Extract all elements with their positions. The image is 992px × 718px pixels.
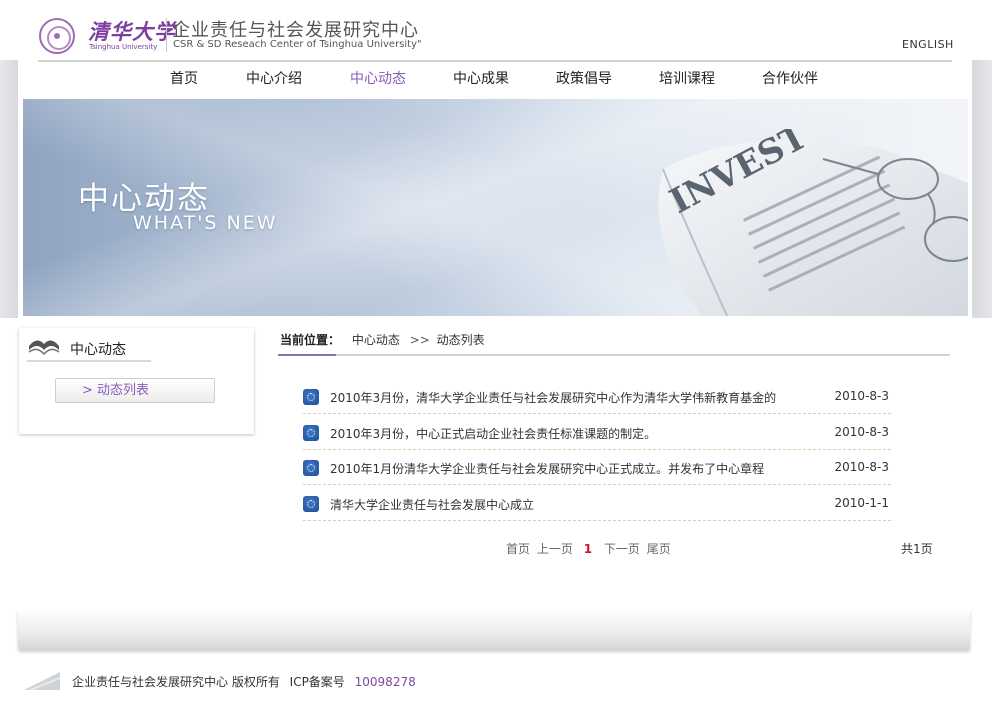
bullet-icon bbox=[303, 460, 319, 476]
breadcrumb-divider bbox=[278, 354, 950, 356]
newspaper-glasses-illustration: INVEST bbox=[658, 129, 968, 316]
news-date: 2010-8-3 bbox=[834, 389, 889, 403]
breadcrumb-current: 动态列表 bbox=[436, 333, 485, 347]
nav-item-home[interactable]: 首页 bbox=[170, 68, 198, 88]
sidebar-title: 中心动态 bbox=[70, 342, 126, 358]
footer-icp-number[interactable]: 10098278 bbox=[355, 675, 416, 689]
footer-icp-label: ICP备案号 bbox=[289, 675, 345, 689]
breadcrumb-accent bbox=[278, 354, 336, 356]
pager-next[interactable]: 下一页 bbox=[604, 542, 640, 556]
pager-current: 1 bbox=[583, 542, 593, 556]
nav-item-achievements[interactable]: 中心成果 bbox=[453, 68, 509, 88]
news-list-button[interactable]: > 动态列表 bbox=[55, 378, 215, 403]
nav-item-about[interactable]: 中心介绍 bbox=[246, 68, 302, 88]
hero-banner: INVEST 中心动态 WHAT'S NEW bbox=[23, 99, 968, 316]
news-title-link[interactable]: 2010年1月份清华大学企业责任与社会发展研究中心正式成立。并发布了中心章程 bbox=[330, 460, 764, 477]
sidebar-divider bbox=[27, 360, 151, 362]
breadcrumb-label: 当前位置： bbox=[280, 333, 341, 347]
breadcrumb: 当前位置： 中心动态 >> 动态列表 bbox=[280, 331, 485, 348]
nav-item-training[interactable]: 培训课程 bbox=[659, 68, 715, 88]
page-background-left bbox=[0, 60, 18, 318]
breadcrumb-separator: >> bbox=[409, 333, 430, 347]
news-title-link[interactable]: 2010年3月份，中心正式启动企业社会责任标准课题的制定。 bbox=[330, 425, 656, 442]
pager-last[interactable]: 尾页 bbox=[647, 542, 671, 556]
footer-bar bbox=[18, 610, 970, 650]
university-name-cn: 清华大学 bbox=[88, 19, 176, 44]
bullet-icon bbox=[303, 496, 319, 512]
pagination: 首页 上一页 1 下一页 尾页 bbox=[506, 540, 674, 557]
news-item: 2010年3月份，中心正式启动企业社会责任标准课题的制定。 2010-8-3 bbox=[303, 416, 891, 450]
news-title-link[interactable]: 清华大学企业责任与社会发展中心成立 bbox=[330, 496, 534, 513]
university-name-en: Tsinghua University bbox=[89, 43, 158, 51]
tsinghua-seal-icon bbox=[39, 18, 75, 54]
english-link[interactable]: ENGLISH bbox=[902, 38, 954, 51]
pager-first[interactable]: 首页 bbox=[506, 542, 530, 556]
header-divider bbox=[38, 60, 952, 62]
news-date: 2010-8-3 bbox=[834, 460, 889, 474]
news-item: 2010年1月份清华大学企业责任与社会发展研究中心正式成立。并发布了中心章程 2… bbox=[303, 451, 891, 485]
news-item: 清华大学企业责任与社会发展中心成立 2010-1-1 bbox=[303, 487, 891, 521]
footer-copyright: 企业责任与社会发展研究中心 版权所有 bbox=[72, 675, 280, 689]
open-book-icon bbox=[28, 340, 60, 356]
footer-page-curl-icon bbox=[24, 672, 60, 690]
nav-item-policy[interactable]: 政策倡导 bbox=[556, 68, 612, 88]
nav-item-partners[interactable]: 合作伙伴 bbox=[762, 68, 818, 88]
news-date: 2010-1-1 bbox=[834, 496, 889, 510]
nav-item-news[interactable]: 中心动态 bbox=[350, 68, 406, 88]
bullet-icon bbox=[303, 425, 319, 441]
page-background-right bbox=[972, 60, 992, 318]
news-item: 2010年3月份，清华大学企业责任与社会发展研究中心作为清华大学伟新教育基金的 … bbox=[303, 380, 891, 414]
bullet-icon bbox=[303, 389, 319, 405]
breadcrumb-section-link[interactable]: 中心动态 bbox=[352, 333, 400, 347]
pager-total: 共1页 bbox=[901, 542, 933, 556]
pager-prev[interactable]: 上一页 bbox=[537, 542, 573, 556]
banner-title-en: WHAT'S NEW bbox=[133, 212, 278, 234]
page: 清华大学 Tsinghua University 企业责任与社会发展研究中心 C… bbox=[18, 0, 972, 718]
news-title-link[interactable]: 2010年3月份，清华大学企业责任与社会发展研究中心作为清华大学伟新教育基金的 bbox=[330, 389, 776, 406]
logo-divider bbox=[166, 18, 167, 52]
org-name-en: CSR & SD Reseach Center of Tsinghua Univ… bbox=[173, 39, 422, 50]
news-date: 2010-8-3 bbox=[834, 425, 889, 439]
sidebar: 中心动态 > 动态列表 bbox=[19, 328, 254, 434]
footer-text: 企业责任与社会发展研究中心 版权所有 ICP备案号 10098278 bbox=[72, 673, 416, 690]
